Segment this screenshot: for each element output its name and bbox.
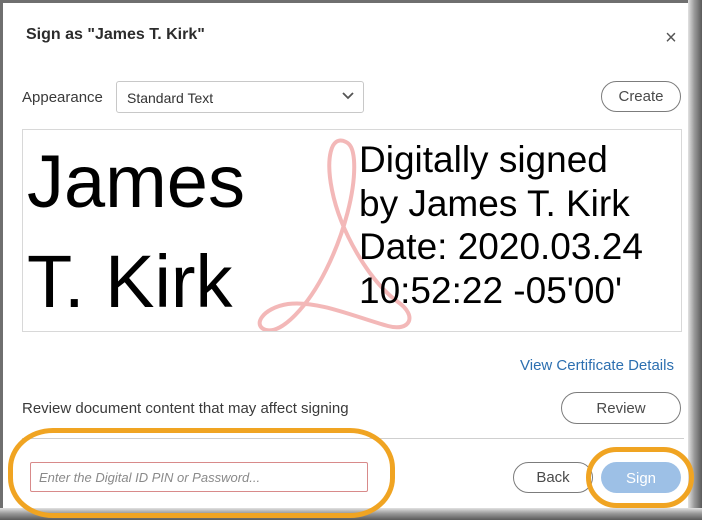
chevron-down-icon (342, 92, 354, 100)
signature-detail-line: 10:52:22 -05'00' (359, 269, 623, 311)
signature-name-line2: T. Kirk (27, 240, 233, 323)
footer-divider (22, 438, 684, 439)
sign-dialog: Sign as "James T. Kirk" × Appearance Sta… (3, 3, 688, 508)
signature-details: Digitally signed by James T. Kirk Date: … (359, 138, 643, 312)
review-description: Review document content that may affect … (22, 400, 349, 417)
signature-detail-line: Digitally signed (359, 139, 608, 180)
view-certificate-details-link[interactable]: View Certificate Details (520, 357, 674, 374)
frame-right-shadow (688, 0, 702, 520)
signature-preview: James T. Kirk Digitally signed by James … (22, 129, 682, 332)
signature-detail-line: by James T. Kirk (359, 182, 630, 224)
frame-bottom-shadow (0, 508, 702, 520)
dialog-title: Sign as "James T. Kirk" (26, 26, 205, 43)
signature-name-line1: James (27, 140, 245, 223)
signature-detail-line: Date: 2020.03.24 (359, 226, 643, 267)
review-button[interactable]: Review (561, 392, 681, 424)
create-button[interactable]: Create (601, 81, 681, 112)
signature-name: James T. Kirk (27, 132, 245, 331)
sign-button[interactable]: Sign (601, 462, 681, 493)
appearance-select[interactable]: Standard Text (116, 81, 364, 113)
pin-password-input[interactable] (30, 462, 368, 492)
appearance-label: Appearance (22, 89, 103, 106)
appearance-selected-value: Standard Text (127, 90, 214, 106)
back-button[interactable]: Back (513, 462, 593, 493)
close-icon[interactable]: × (660, 27, 682, 49)
